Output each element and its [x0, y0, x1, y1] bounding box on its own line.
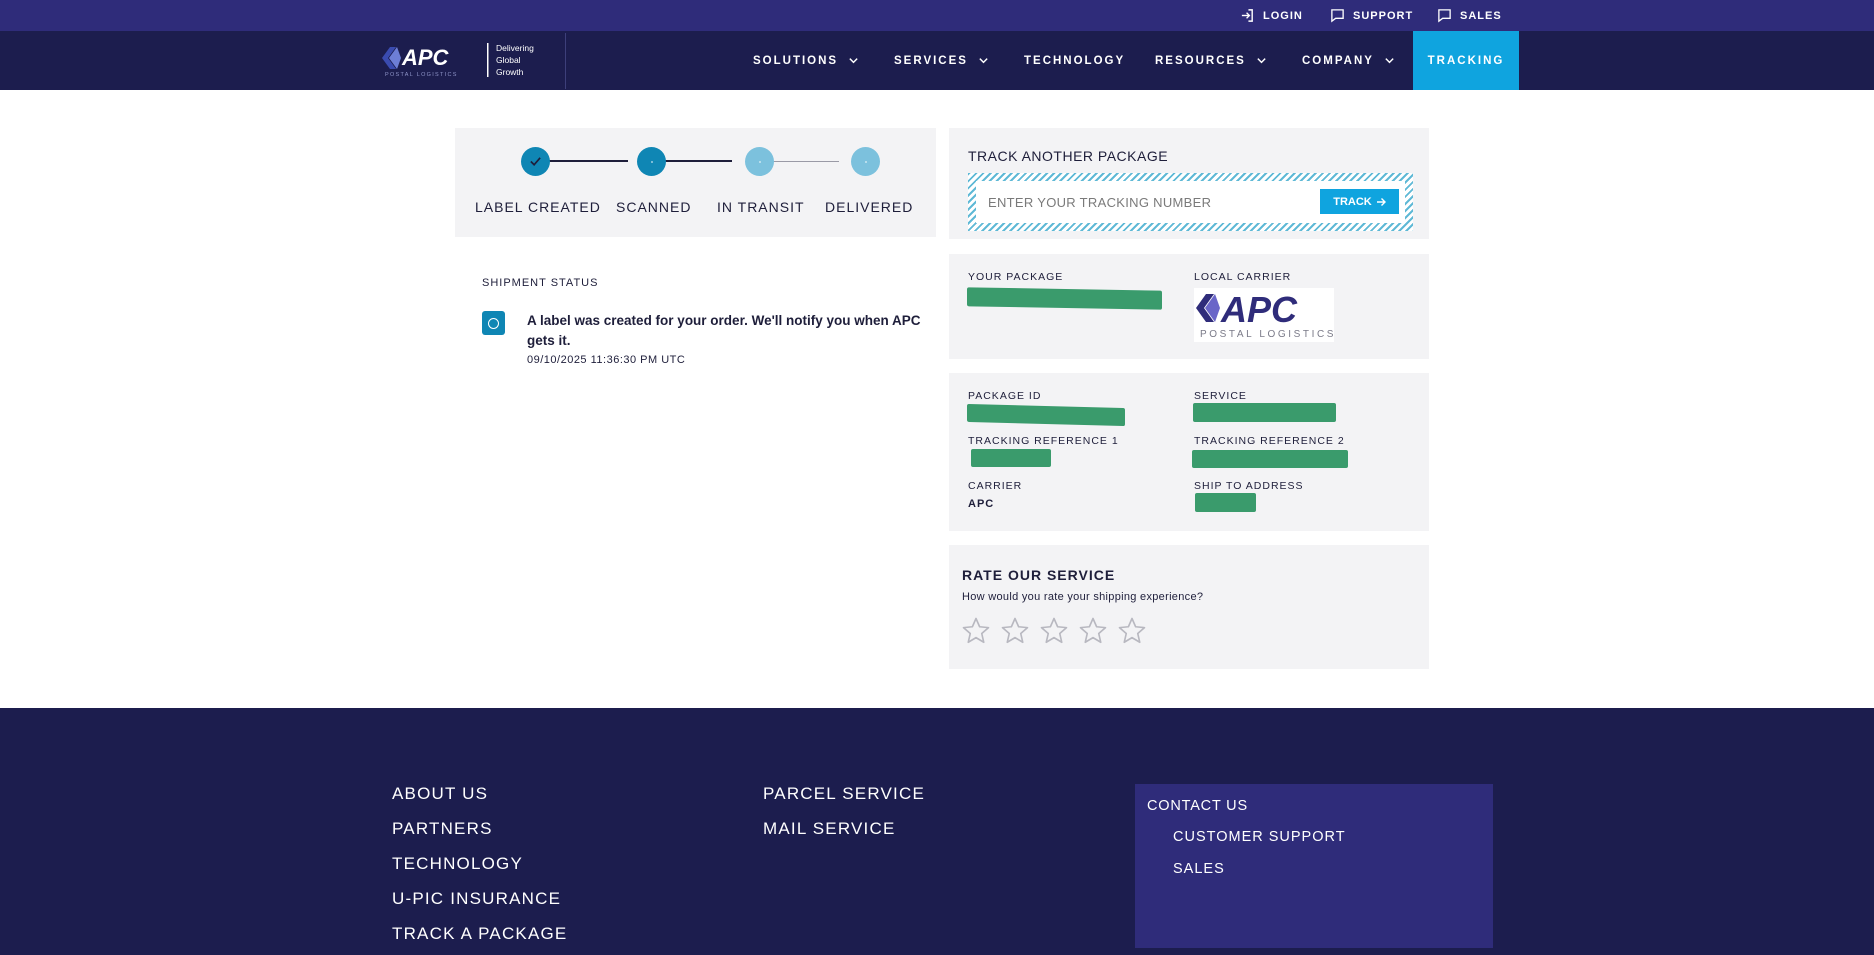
nav-resources-label: RESOURCES — [1155, 54, 1246, 67]
step-label-created: LABEL CREATED — [475, 199, 601, 215]
step-label-created-dot — [521, 147, 550, 176]
track-another-title: TRACK ANOTHER PACKAGE — [968, 148, 1169, 164]
footer-link-technology[interactable]: TECHNOLOGY — [392, 854, 523, 874]
status-event-icon — [482, 311, 505, 335]
carrier-label: CARRIER — [968, 480, 1023, 492]
nav-company-label: COMPANY — [1302, 54, 1374, 67]
redacted-ship-to-address — [1195, 493, 1256, 512]
svg-text:APC: APC — [1220, 289, 1298, 330]
chat-icon — [1331, 9, 1344, 23]
rating-title: RATE OUR SERVICE — [962, 567, 1116, 583]
tracking-input-frame: TRACK — [968, 173, 1413, 231]
carrier-value: APC — [968, 498, 995, 510]
star-rating — [961, 616, 1147, 646]
redacted-package-id — [967, 403, 1125, 427]
login-icon — [1241, 9, 1253, 22]
footer-link-upic-insurance[interactable]: U-PIC INSURANCE — [392, 889, 561, 909]
dot-pip — [864, 160, 867, 163]
footer-link-track-a-package[interactable]: TRACK A PACKAGE — [392, 924, 567, 944]
support-label: SUPPORT — [1353, 9, 1414, 22]
ship-to-label: SHIP TO ADDRESS — [1194, 480, 1304, 492]
step-in-transit-dot — [745, 147, 774, 176]
nav-tracking[interactable]: TRACKING — [1413, 31, 1519, 90]
svg-text:Growth: Growth — [496, 67, 524, 77]
footer-link-about-us[interactable]: ABOUT US — [392, 784, 488, 804]
package-id-label: PACKAGE ID — [968, 390, 1042, 402]
shipment-status-title: SHIPMENT STATUS — [482, 277, 599, 289]
star-icon[interactable] — [961, 616, 991, 646]
nav-services-label: SERVICES — [894, 54, 968, 67]
star-icon[interactable] — [1039, 616, 1069, 646]
apc-logo[interactable]: APC POSTAL LOGISTICS Delivering Global G… — [380, 41, 566, 81]
svg-text:Delivering: Delivering — [496, 43, 534, 53]
track-another-card: TRACK ANOTHER PACKAGE TRACK — [949, 128, 1429, 239]
arrow-right-icon — [1376, 197, 1386, 206]
track-button-label: TRACK — [1333, 195, 1372, 208]
dot-pip — [758, 160, 761, 163]
login-link[interactable]: LOGIN — [1240, 0, 1303, 31]
dot-pip — [650, 160, 653, 163]
chevron-down-icon — [1257, 58, 1266, 64]
step-in-transit: IN TRANSIT — [717, 199, 805, 215]
sales-label: SALES — [1460, 9, 1502, 22]
logo-divider — [565, 33, 566, 89]
redacted-tracking-ref1 — [971, 449, 1051, 467]
rating-question: How would you rate your shipping experie… — [962, 591, 1204, 603]
support-link[interactable]: SUPPORT — [1330, 0, 1413, 31]
svg-text:APC: APC — [401, 45, 450, 70]
package-card: YOUR PACKAGE LOCAL CARRIER APC POSTAL LO… — [949, 254, 1429, 359]
utility-bar: LOGIN SUPPORT SALES — [0, 0, 1874, 31]
footer-link-parcel-service[interactable]: PARCEL SERVICE — [763, 784, 925, 804]
star-icon[interactable] — [1117, 616, 1147, 646]
contact-sales[interactable]: SALES — [1173, 861, 1225, 877]
nav-services[interactable]: SERVICES — [894, 31, 989, 90]
nav-solutions[interactable]: SOLUTIONS — [753, 31, 859, 90]
service-label: SERVICE — [1194, 390, 1247, 402]
svg-text:POSTAL LOGISTICS: POSTAL LOGISTICS — [385, 72, 458, 78]
chevron-down-icon — [849, 58, 858, 64]
redacted-tracking-ref2 — [1192, 450, 1348, 468]
redacted-service — [1193, 403, 1336, 422]
step-scanned: SCANNED — [616, 199, 692, 215]
sales-link[interactable]: SALES — [1437, 0, 1502, 31]
login-label: LOGIN — [1263, 9, 1303, 22]
nav-technology[interactable]: TECHNOLOGY — [1024, 31, 1125, 90]
step-scanned-dot — [637, 147, 666, 176]
tracking-ref1-label: TRACKING REFERENCE 1 — [968, 435, 1119, 447]
nav-solutions-label: SOLUTIONS — [753, 54, 839, 67]
contact-customer-support[interactable]: CUSTOMER SUPPORT — [1173, 829, 1346, 845]
chat-icon — [1438, 9, 1451, 23]
star-icon[interactable] — [1078, 616, 1108, 646]
status-event-timestamp: 09/10/2025 11:36:30 PM UTC — [527, 354, 686, 366]
track-button[interactable]: TRACK — [1320, 189, 1399, 214]
footer-link-partners[interactable]: PARTNERS — [392, 819, 493, 839]
chevron-down-icon — [979, 58, 988, 64]
check-icon — [530, 157, 541, 166]
redacted-tracking-number — [967, 287, 1162, 310]
rating-card: RATE OUR SERVICE How would you rate your… — [949, 545, 1429, 669]
step-delivered: DELIVERED — [825, 199, 914, 215]
footer: ABOUT US PARTNERS TECHNOLOGY U-PIC INSUR… — [0, 708, 1874, 955]
status-event-message: A label was created for your order. We'l… — [527, 313, 921, 348]
main-nav: APC POSTAL LOGISTICS Delivering Global G… — [0, 31, 1874, 90]
nav-resources[interactable]: RESOURCES — [1155, 31, 1267, 90]
package-details-card: PACKAGE ID SERVICE TRACKING REFERENCE 1 … — [949, 373, 1429, 531]
tracking-ref2-label: TRACKING REFERENCE 2 — [1194, 435, 1345, 447]
svg-text:POSTAL LOGISTICS: POSTAL LOGISTICS — [1200, 329, 1334, 340]
local-carrier-label: LOCAL CARRIER — [1194, 271, 1292, 283]
your-package-label: YOUR PACKAGE — [968, 271, 1064, 283]
tracking-progress: LABEL CREATED SCANNED IN TRANSIT DELIVER… — [455, 128, 936, 237]
nav-technology-label: TECHNOLOGY — [1024, 54, 1126, 67]
carrier-logo: APC POSTAL LOGISTICS — [1194, 288, 1334, 342]
contact-box: CONTACT US CUSTOMER SUPPORT SALES — [1135, 784, 1493, 948]
chevron-down-icon — [1385, 58, 1394, 64]
footer-link-mail-service[interactable]: MAIL SERVICE — [763, 819, 896, 839]
contact-title[interactable]: CONTACT US — [1147, 798, 1248, 814]
svg-text:Global: Global — [496, 55, 521, 65]
circle-icon — [488, 317, 499, 329]
nav-company[interactable]: COMPANY — [1302, 31, 1395, 90]
step-delivered-dot — [851, 147, 880, 176]
star-icon[interactable] — [1000, 616, 1030, 646]
